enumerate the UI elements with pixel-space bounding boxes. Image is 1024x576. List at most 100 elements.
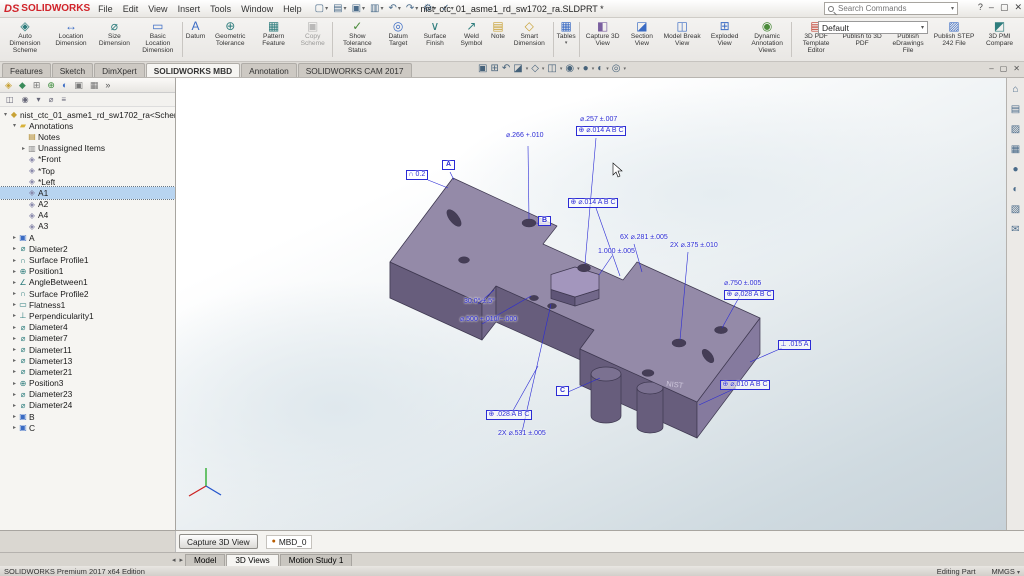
tree-expand-icon[interactable]: ▸ (11, 402, 18, 409)
basic-location-dimension-button[interactable]: ▭Basic Location Dimension (135, 19, 181, 60)
tree-item-position1[interactable]: ▸⊕Position1 (0, 266, 175, 277)
dropdown-caret-icon[interactable]: ▾ (606, 66, 609, 72)
status-units-selector[interactable]: MMGS ▾ (992, 567, 1020, 576)
pattern-feature-button[interactable]: ▦Pattern Feature (253, 19, 294, 60)
dropdown-caret-icon[interactable]: ▾ (624, 66, 627, 72)
section-view-button[interactable]: ◪Section View (625, 19, 660, 60)
tree-item-diameter13[interactable]: ▸⌀Diameter13 (0, 355, 175, 366)
auto-dimension-scheme-button[interactable]: ◈Auto Dimension Scheme (2, 19, 48, 60)
tab-scroll-right-icon[interactable]: ▸ (178, 556, 186, 566)
view-settings-icon[interactable]: ◎ (612, 63, 621, 74)
diameter-callout[interactable]: 2X ⌀.375 ±.010 (670, 242, 718, 250)
tree-expand-icon[interactable]: ▸ (11, 324, 18, 331)
tree-item-surface-profile2[interactable]: ▸∩Surface Profile2 (0, 288, 175, 299)
tree-expand-icon[interactable]: ▸ (11, 413, 18, 420)
menu-edit[interactable]: Edit (123, 4, 139, 14)
restore-button[interactable]: ▢ (1000, 2, 1009, 13)
menu-help[interactable]: Help (283, 4, 302, 14)
dropdown-caret-icon[interactable]: ▾ (325, 5, 328, 12)
smart-dimension-button[interactable]: ◇Smart Dimension (507, 19, 552, 60)
tree-item-a1[interactable]: ◈A1 (0, 187, 175, 198)
dropdown-caret-icon[interactable]: ▾ (577, 66, 580, 72)
position-frame[interactable]: ⊕ ⌀.014 A B C (576, 126, 626, 136)
perpendicularity-frame[interactable]: ⊥ .015 A (778, 340, 811, 350)
close-button[interactable]: ✕ (1014, 2, 1022, 13)
tree-item-b[interactable]: ▸▣B (0, 411, 175, 422)
view-item-mbd-0[interactable]: ● MBD_0 (266, 535, 313, 549)
dropdown-caret-icon[interactable]: ▾ (344, 5, 347, 12)
dropdown-caret-icon[interactable]: ▾ (415, 5, 418, 12)
tree-item-diameter7[interactable]: ▸⌀Diameter7 (0, 333, 175, 344)
tree-item-a2[interactable]: ◈A2 (0, 199, 175, 210)
diameter-callout[interactable]: ⌀.266 +.010 (506, 132, 544, 140)
dropdown-caret-icon[interactable]: ▾ (542, 66, 545, 72)
diameter-callout[interactable]: 6X ⌀.281 ±.005 (620, 234, 668, 242)
tree-options-icon[interactable]: ≡ (61, 95, 66, 104)
tree-item-position3[interactable]: ▸⊕Position3 (0, 378, 175, 389)
tree-expand-icon[interactable]: ▸ (11, 380, 18, 387)
tree-item-a4[interactable]: ◈A4 (0, 210, 175, 221)
weld-symbol-button[interactable]: ↗Weld Symbol (454, 19, 489, 60)
size-dimension-button[interactable]: ⌀Size Dimension (94, 19, 135, 60)
tree-expand-icon[interactable]: ▸ (11, 301, 18, 308)
tree-item-a3[interactable]: ◈A3 (0, 221, 175, 232)
angle-callout[interactable]: 30.0° ±.5° (464, 298, 495, 306)
exploded-view-button[interactable]: ⊞Exploded View (705, 19, 744, 60)
manager-flyout-icon[interactable]: » (105, 80, 110, 90)
file-explorer-icon[interactable]: ▨ (1011, 124, 1020, 135)
tree-expand-icon[interactable]: ▸ (11, 234, 18, 241)
tree-expand-icon[interactable]: ▸ (20, 145, 27, 152)
dynamic-annotation-views-button[interactable]: ◉Dynamic Annotation Views (744, 19, 790, 60)
datum-flag-b[interactable]: B (538, 216, 551, 226)
tab-solidworks-cam-2017[interactable]: SOLIDWORKS CAM 2017 (298, 63, 412, 77)
tab-dimxpert[interactable]: DimXpert (94, 63, 145, 77)
tree-expand-icon[interactable]: ▸ (11, 245, 18, 252)
redo-icon[interactable]: ↷ (405, 3, 415, 14)
3d-pmi-compare-button[interactable]: ◩3D PMI Compare (977, 19, 1022, 60)
show-tolerance-status-button[interactable]: ✓Show Tolerance Status (334, 19, 380, 60)
search-box[interactable]: ▾ (824, 2, 958, 15)
forum-icon[interactable]: ✉ (1011, 224, 1019, 235)
propertymanager-tab-icon[interactable]: ◆ (19, 80, 26, 91)
tree-item-diameter2[interactable]: ▸⌀Diameter2 (0, 243, 175, 254)
datum-flag-c[interactable]: C (556, 386, 569, 396)
tree-expand-icon[interactable]: ▸ (11, 279, 18, 286)
surface-profile-frame[interactable]: ∩ 0.2 (406, 170, 428, 180)
view-palette-icon[interactable]: ▦ (1011, 144, 1020, 155)
publish-step-242-file-button[interactable]: ▨Publish STEP 242 File (931, 19, 977, 60)
bottom-tab-3d-views[interactable]: 3D Views (226, 554, 278, 566)
note-button[interactable]: ▤Note (489, 19, 507, 60)
tab-sketch[interactable]: Sketch (52, 63, 93, 77)
previous-view-icon[interactable]: ↶ (502, 63, 510, 74)
capture-3d-view-button[interactable]: Capture 3D View (179, 534, 258, 549)
location-dimension-button[interactable]: ↔Location Dimension (48, 19, 94, 60)
tree-item-top[interactable]: ◈*Top (0, 165, 175, 176)
copy-scheme-button[interactable]: ▣Copy Scheme (294, 19, 331, 60)
search-caret-icon[interactable]: ▾ (951, 5, 954, 12)
tree-item-diameter24[interactable]: ▸⌀Diameter24 (0, 400, 175, 411)
diameter-callout[interactable]: ⌀.257 ±.007 (580, 116, 617, 124)
tree-expand-icon[interactable]: ▾ (11, 122, 18, 129)
tree-item-surface-profile1[interactable]: ▸∩Surface Profile1 (0, 254, 175, 265)
position-frame[interactable]: ⊕ ⌀.028 A B C (724, 290, 774, 300)
tree-item-left[interactable]: ◈*Left (0, 176, 175, 187)
tree-expand-icon[interactable]: ▾ (2, 111, 9, 118)
tree-item-annotations[interactable]: ▾▰Annotations (0, 120, 175, 131)
display-style-icon[interactable]: ◫ (547, 63, 556, 74)
tree-item-perpendicularity1[interactable]: ▸⊥Perpendicularity1 (0, 310, 175, 321)
datum-flag-a[interactable]: A (442, 160, 455, 170)
custom-properties-icon[interactable]: ▧ (1011, 204, 1020, 215)
dropdown-caret-icon[interactable]: ▾ (380, 5, 383, 12)
tree-item-anglebetween1[interactable]: ▸∠AngleBetween1 (0, 277, 175, 288)
zoom-fit-icon[interactable]: ▣ (478, 63, 487, 74)
appearances-icon[interactable]: ● (1012, 164, 1018, 175)
tree-expand-icon[interactable]: ▸ (11, 424, 18, 431)
diameter-callout[interactable]: 2X ⌀.531 ±.005 (498, 430, 546, 438)
design-library-icon[interactable]: ▤ (1011, 104, 1020, 115)
tables-button[interactable]: ▦Tables▾ (555, 19, 578, 60)
position-frame[interactable]: ⊕ ⌀.010 A B C (720, 380, 770, 390)
apply-scene-icon[interactable]: ◐ (597, 63, 603, 74)
cam-operation-tree-tab-icon[interactable]: ▦ (90, 80, 99, 91)
configurationmanager-tab-icon[interactable]: ⊞ (33, 80, 41, 91)
tree-expand-icon[interactable]: ▸ (11, 346, 18, 353)
